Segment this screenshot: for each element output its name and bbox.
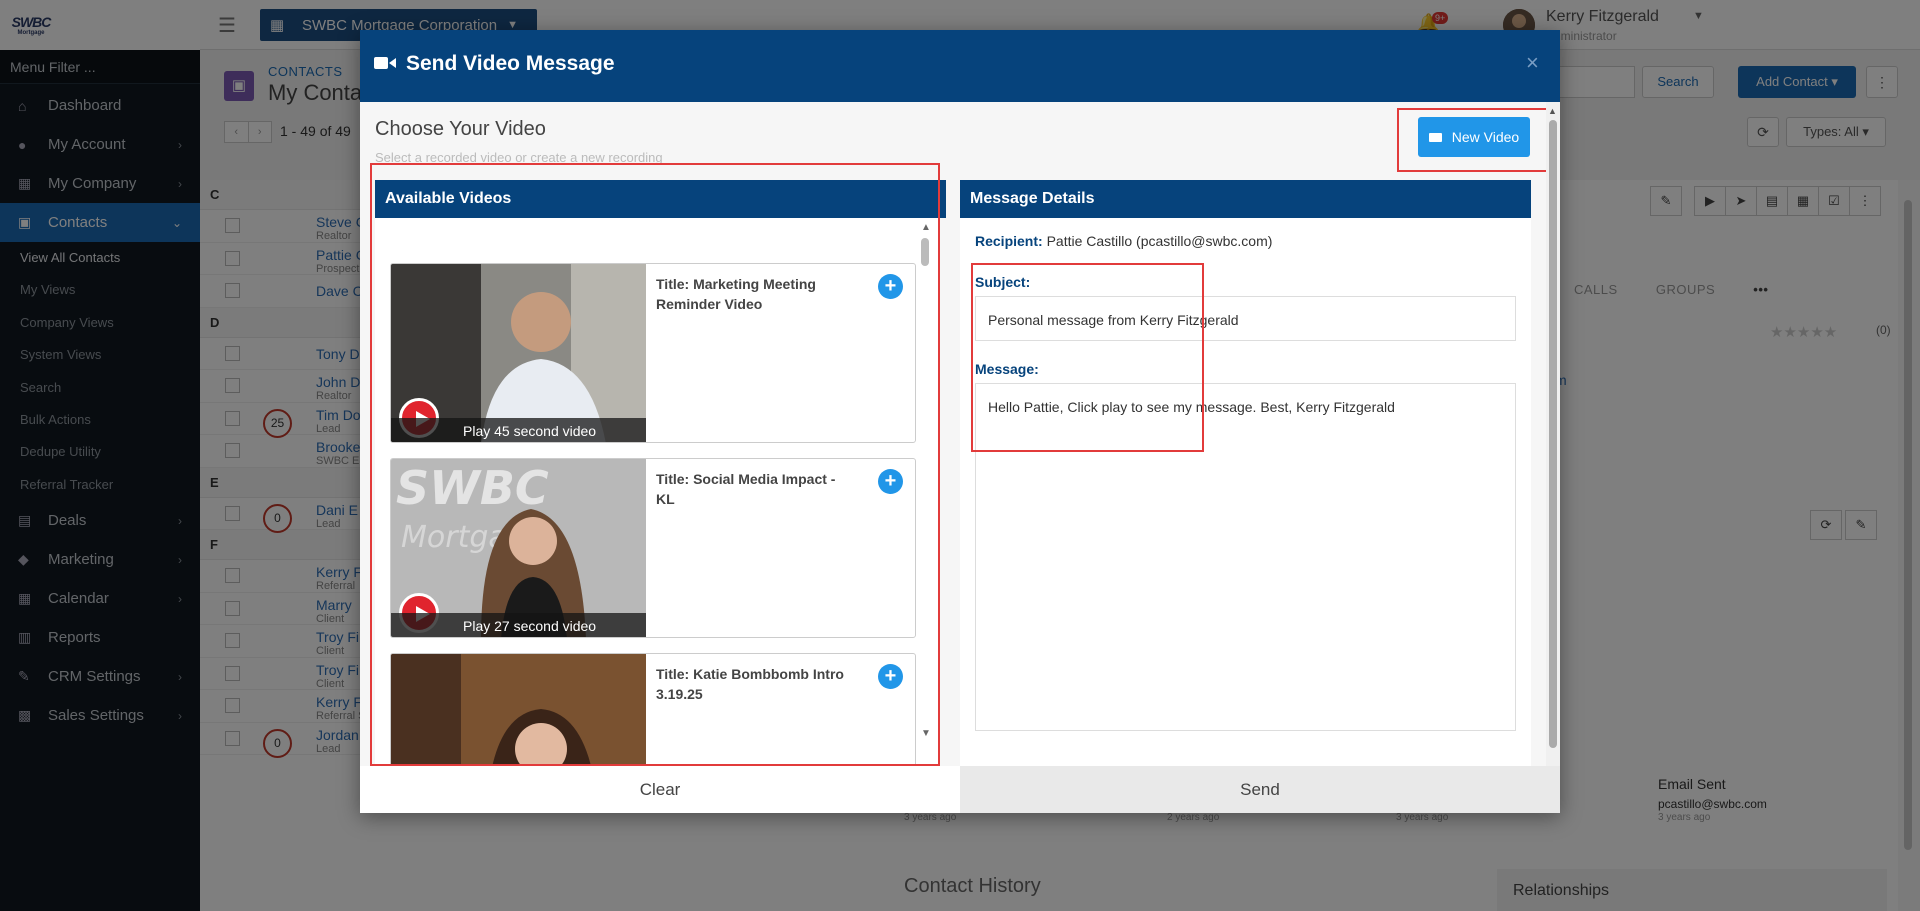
modal-scrollbar[interactable]: ▲ bbox=[1546, 102, 1560, 766]
send-video-modal: Send Video Message × Choose Your Video S… bbox=[360, 30, 1560, 813]
modal-header: Send Video Message × bbox=[360, 30, 1560, 102]
modal-title: Send Video Message bbox=[406, 52, 615, 75]
scrollbar-thumb[interactable] bbox=[1549, 120, 1557, 748]
recipient-label: Recipient: bbox=[975, 233, 1043, 249]
recipient-value: Pattie Castillo (pcastillo@swbc.com) bbox=[1046, 233, 1273, 249]
scroll-up-icon[interactable]: ▲ bbox=[1548, 106, 1557, 116]
highlight-new-video bbox=[1397, 108, 1548, 172]
clear-button[interactable]: Clear bbox=[360, 766, 960, 813]
choose-video-heading: Choose Your Video bbox=[375, 118, 546, 140]
recipient-row: Recipient: Pattie Castillo (pcastillo@sw… bbox=[975, 233, 1272, 249]
highlight-available-videos bbox=[370, 163, 940, 766]
message-details-heading: Message Details bbox=[960, 180, 1531, 218]
send-button[interactable]: Send bbox=[960, 766, 1560, 813]
close-icon[interactable]: × bbox=[1526, 50, 1539, 76]
video-camera-icon bbox=[374, 57, 396, 69]
highlight-subject-message bbox=[971, 263, 1204, 452]
